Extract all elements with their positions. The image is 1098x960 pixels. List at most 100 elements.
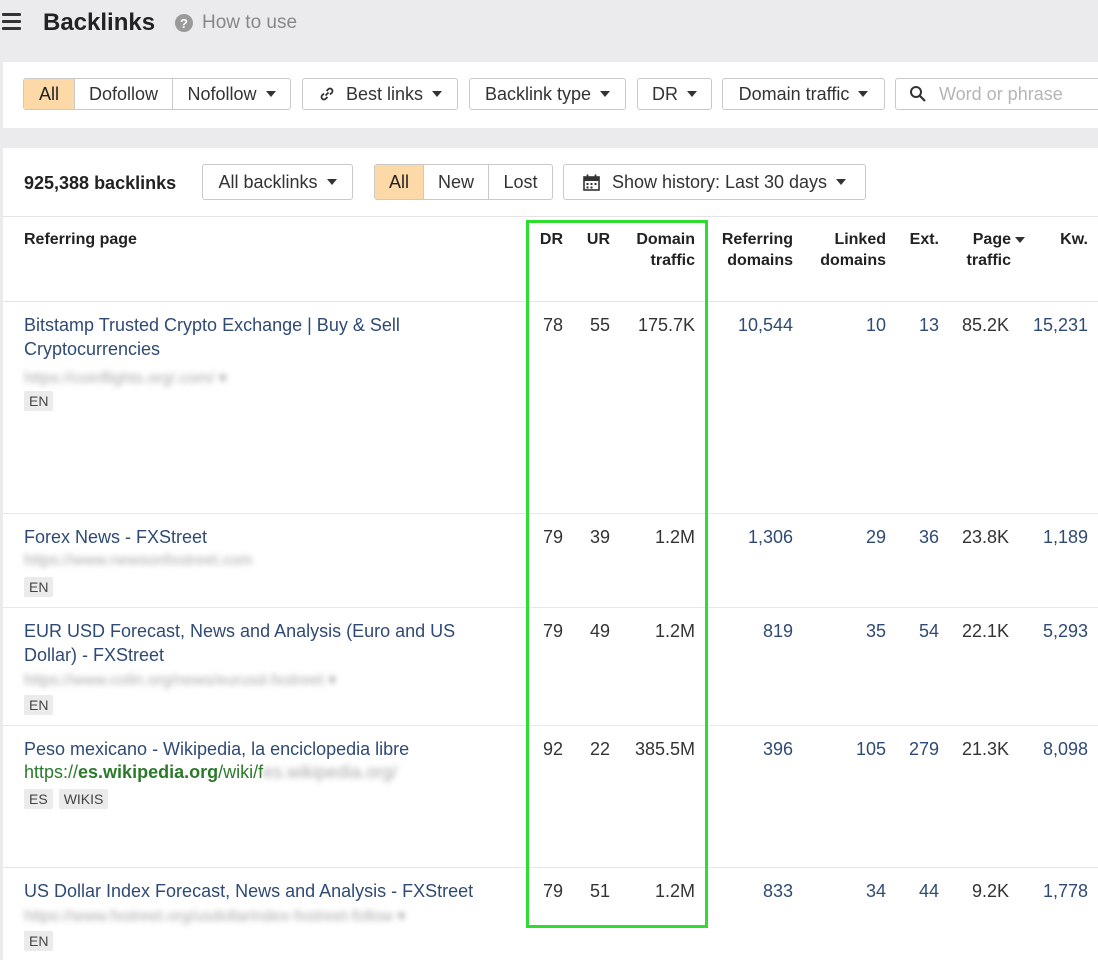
chevron-down-icon [836, 179, 847, 185]
col-page-traffic-line1: Page [972, 231, 1011, 248]
filter-all[interactable]: All [24, 79, 75, 109]
referring-page-title[interactable]: Peso mexicano - Wikipedia, la encicloped… [24, 737, 494, 761]
col-dr[interactable]: DR [540, 229, 563, 250]
table-row: Bitstamp Trusted Crypto Exchange | Buy &… [3, 302, 1098, 514]
referring-domains-value[interactable]: 396 [763, 737, 793, 761]
col-page-traffic[interactable]: Page traffic [967, 229, 1025, 271]
chevron-down-icon [600, 91, 611, 97]
history-dropdown[interactable]: Show history: Last 30 days [563, 164, 866, 200]
status-segment: All New Lost [374, 164, 553, 200]
filter-nofollow-dropdown[interactable]: Nofollow [173, 79, 290, 109]
col-kw[interactable]: Kw. [1060, 229, 1088, 250]
dr-value: 92 [542, 739, 563, 759]
filter-dofollow[interactable]: Dofollow [75, 79, 173, 109]
table-row: Forex News - FXStreet https://www.newson… [3, 514, 1098, 608]
dr-value: 79 [542, 527, 563, 547]
referring-domains-value[interactable]: 833 [763, 879, 793, 903]
top-bar: Backlinks ? How to use [0, 0, 1098, 52]
col-ext[interactable]: Ext. [910, 229, 939, 250]
domain-traffic-value: 175.7K [637, 315, 695, 335]
status-all[interactable]: All [375, 165, 424, 199]
url-path: /wiki/f [218, 762, 264, 782]
col-domain-traffic-line2: traffic [650, 252, 695, 269]
all-backlinks-label: All backlinks [218, 171, 318, 192]
col-ur[interactable]: UR [587, 229, 610, 250]
referring-page-url[interactable]: https://es.wikipedia.org/wiki/fes.wikipe… [24, 762, 397, 783]
menu-icon[interactable] [2, 13, 21, 30]
table-row: EUR USD Forecast, News and Analysis (Eur… [3, 608, 1098, 726]
referring-page-title[interactable]: EUR USD Forecast, News and Analysis (Eur… [24, 619, 494, 667]
how-to-use-link[interactable]: ? How to use [175, 12, 297, 34]
best-links-dropdown[interactable]: Best links [302, 78, 458, 110]
table-row: US Dollar Index Forecast, News and Analy… [3, 868, 1098, 960]
dr-dropdown[interactable]: DR [637, 78, 712, 110]
backlinks-count: 925,388 backlinks [24, 173, 177, 193]
referring-domains-value[interactable]: 10,544 [738, 313, 793, 337]
url-prefix: https:// [24, 762, 79, 782]
domain-traffic-value: 1.2M [654, 527, 695, 547]
status-new[interactable]: New [424, 165, 489, 199]
referring-page-url[interactable]: https://www.fxstreet.org/usdollarindex-f… [24, 906, 406, 926]
kw-value[interactable]: 15,231 [1033, 313, 1088, 337]
domain-traffic-value: 1.2M [654, 621, 695, 641]
referring-page-url[interactable]: https://www.colin.org/news/eurusd-fxstre… [24, 670, 336, 690]
dr-value: 78 [542, 315, 563, 335]
linked-domains-value[interactable]: 29 [866, 525, 886, 549]
kw-value[interactable]: 5,293 [1043, 619, 1088, 643]
how-to-use-label: How to use [202, 12, 298, 33]
link-type-segment: All Dofollow Nofollow [23, 78, 291, 110]
language-tag: EN [24, 391, 54, 411]
ext-value[interactable]: 36 [919, 525, 939, 549]
ur-value: 39 [589, 527, 610, 547]
ext-value[interactable]: 13 [919, 313, 939, 337]
referring-domains-value[interactable]: 1,306 [748, 525, 793, 549]
page-title: Backlinks [43, 9, 156, 36]
backlink-type-label: Backlink type [484, 83, 592, 104]
status-lost[interactable]: Lost [489, 165, 552, 199]
referring-domains-value[interactable]: 819 [763, 619, 793, 643]
col-referring-page[interactable]: Referring page [24, 229, 137, 250]
dr-label: DR [652, 83, 678, 104]
ur-value: 55 [589, 315, 610, 335]
ext-value[interactable]: 279 [909, 737, 939, 761]
col-linked-domains[interactable]: Linked domains [820, 229, 886, 271]
language-tag: EN [24, 695, 54, 715]
linked-domains-value[interactable]: 105 [856, 737, 886, 761]
domain-traffic-dropdown[interactable]: Domain traffic [722, 78, 885, 110]
ext-value[interactable]: 44 [919, 879, 939, 903]
page-traffic-value: 22.1K [961, 621, 1009, 641]
kw-value[interactable]: 1,778 [1043, 879, 1088, 903]
all-backlinks-dropdown[interactable]: All backlinks [202, 164, 353, 200]
referring-page-url[interactable]: https://coinflights.org/.com/ ▾ [24, 368, 227, 388]
linked-domains-value[interactable]: 35 [866, 619, 886, 643]
referring-page-title[interactable]: US Dollar Index Forecast, News and Analy… [24, 879, 494, 903]
referring-page-title[interactable]: Bitstamp Trusted Crypto Exchange | Buy &… [24, 313, 494, 361]
nofollow-label: Nofollow [187, 83, 257, 104]
best-links-label: Best links [345, 83, 424, 104]
col-page-traffic-line2: traffic [966, 252, 1011, 269]
category-tag: WIKIS [58, 789, 109, 809]
kw-value[interactable]: 8,098 [1043, 737, 1088, 761]
calendar-icon [583, 174, 600, 191]
linked-domains-value[interactable]: 34 [866, 879, 886, 903]
search-icon [910, 86, 926, 102]
col-referring-domains-line1: Referring [721, 231, 793, 248]
page-traffic-value: 23.8K [961, 527, 1009, 547]
col-referring-domains[interactable]: Referring domains [722, 229, 793, 271]
table-header: Referring page DR UR Domain traffic Refer… [3, 216, 1098, 302]
url-blurred: es.wikipedia.org/ [263, 762, 398, 782]
referring-page-url[interactable]: https://www.newsonfxstreet.com [24, 552, 253, 570]
backlink-type-dropdown[interactable]: Backlink type [469, 78, 626, 110]
referring-page-title[interactable]: Forex News - FXStreet [24, 525, 494, 549]
linked-domains-value[interactable]: 10 [866, 313, 886, 337]
domain-traffic-label: Domain traffic [738, 83, 850, 104]
col-linked-domains-line2: domains [820, 252, 886, 269]
ext-value[interactable]: 54 [919, 619, 939, 643]
chevron-down-icon [265, 91, 276, 97]
col-domain-traffic[interactable]: Domain traffic [636, 229, 695, 271]
kw-value[interactable]: 1,189 [1043, 525, 1088, 549]
chevron-down-icon [858, 91, 869, 97]
page-traffic-value: 21.3K [961, 739, 1009, 759]
search-input[interactable] [937, 82, 1098, 106]
col-domain-traffic-line1: Domain [636, 231, 695, 248]
